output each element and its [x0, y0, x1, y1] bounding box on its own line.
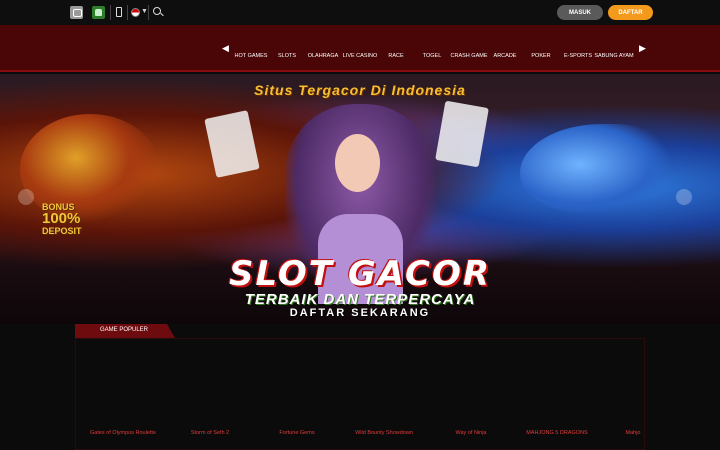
promo-banner[interactable]: Situs Tergacor Di Indonesia BONUS 100% D…	[0, 74, 720, 324]
game-item-name[interactable]: Storm of Seth 2	[191, 430, 229, 436]
bonus-badge: BONUS 100% DEPOSIT	[42, 202, 82, 236]
banner-headline: Situs Tergacor Di Indonesia	[254, 82, 466, 98]
chevron-down-icon[interactable]: ▼	[141, 8, 148, 15]
nav-item-poker[interactable]: POKER	[531, 53, 550, 59]
divider	[110, 5, 111, 20]
banner-cta[interactable]: DAFTAR SEKARANG	[0, 307, 720, 319]
category-nav: ◀ HOT GAMES SLOTS OLAHRAGA LIVE CASINO R…	[0, 25, 720, 72]
dragon-artwork	[20, 114, 160, 224]
bonus-deposit-label: DEPOSIT	[42, 226, 82, 236]
divider	[148, 5, 149, 20]
mobile-phone-icon[interactable]	[116, 7, 122, 17]
nav-item-race[interactable]: RACE	[388, 53, 403, 59]
playing-card-artwork	[204, 110, 260, 178]
nav-item-arcade[interactable]: ARCADE	[494, 53, 517, 59]
login-button[interactable]: MASUK	[557, 5, 603, 20]
nav-item-crash-game[interactable]: CRASH GAME	[451, 53, 488, 59]
banner-prev-arrow-icon[interactable]	[18, 189, 34, 205]
nav-item-togel[interactable]: TOGEL	[423, 53, 442, 59]
top-bar: ▼ MASUK DAFTAR	[0, 0, 720, 25]
game-item-name[interactable]: Way of Ninja	[456, 430, 487, 436]
playing-card-artwork	[435, 100, 489, 168]
game-item-name[interactable]: Mahjo	[626, 430, 641, 436]
game-item-name[interactable]: Wild Bounty Showdown	[355, 430, 413, 436]
nav-next-arrow-icon[interactable]: ▶	[639, 43, 646, 54]
search-icon[interactable]	[153, 7, 161, 15]
banner-next-arrow-icon[interactable]	[676, 189, 692, 205]
banner-subtitle: TERBAIK DAN TERPERCAYA	[244, 291, 476, 308]
banner-title: SLOT GACOR	[228, 254, 492, 294]
indonesia-flag-icon[interactable]	[131, 8, 140, 17]
nav-prev-arrow-icon[interactable]: ◀	[222, 43, 229, 54]
nav-item-e-sports[interactable]: E-SPORTS	[564, 53, 592, 59]
register-button[interactable]: DAFTAR	[608, 5, 653, 20]
nav-item-slots[interactable]: SLOTS	[278, 53, 296, 59]
live-chat-icon[interactable]	[70, 6, 83, 19]
divider	[127, 5, 128, 20]
shark-artwork	[520, 124, 670, 214]
android-app-icon[interactable]	[92, 6, 105, 19]
model-face-artwork	[335, 134, 380, 192]
nav-item-hot-games[interactable]: HOT GAMES	[235, 53, 268, 59]
nav-item-olahraga[interactable]: OLAHRAGA	[308, 53, 339, 59]
game-item-name[interactable]: Gates of Olympus Roulette	[90, 430, 156, 436]
game-item-name[interactable]: MAHJONG 5 DRAGONS	[526, 430, 587, 436]
game-item-name[interactable]: Fortune Gems	[279, 430, 314, 436]
nav-item-sabung-ayam[interactable]: SABUNG AYAM	[594, 53, 633, 59]
nav-item-live-casino[interactable]: LIVE CASINO	[343, 53, 378, 59]
section-title: GAME POPULER	[100, 327, 149, 333]
bonus-percent: 100%	[42, 210, 81, 227]
